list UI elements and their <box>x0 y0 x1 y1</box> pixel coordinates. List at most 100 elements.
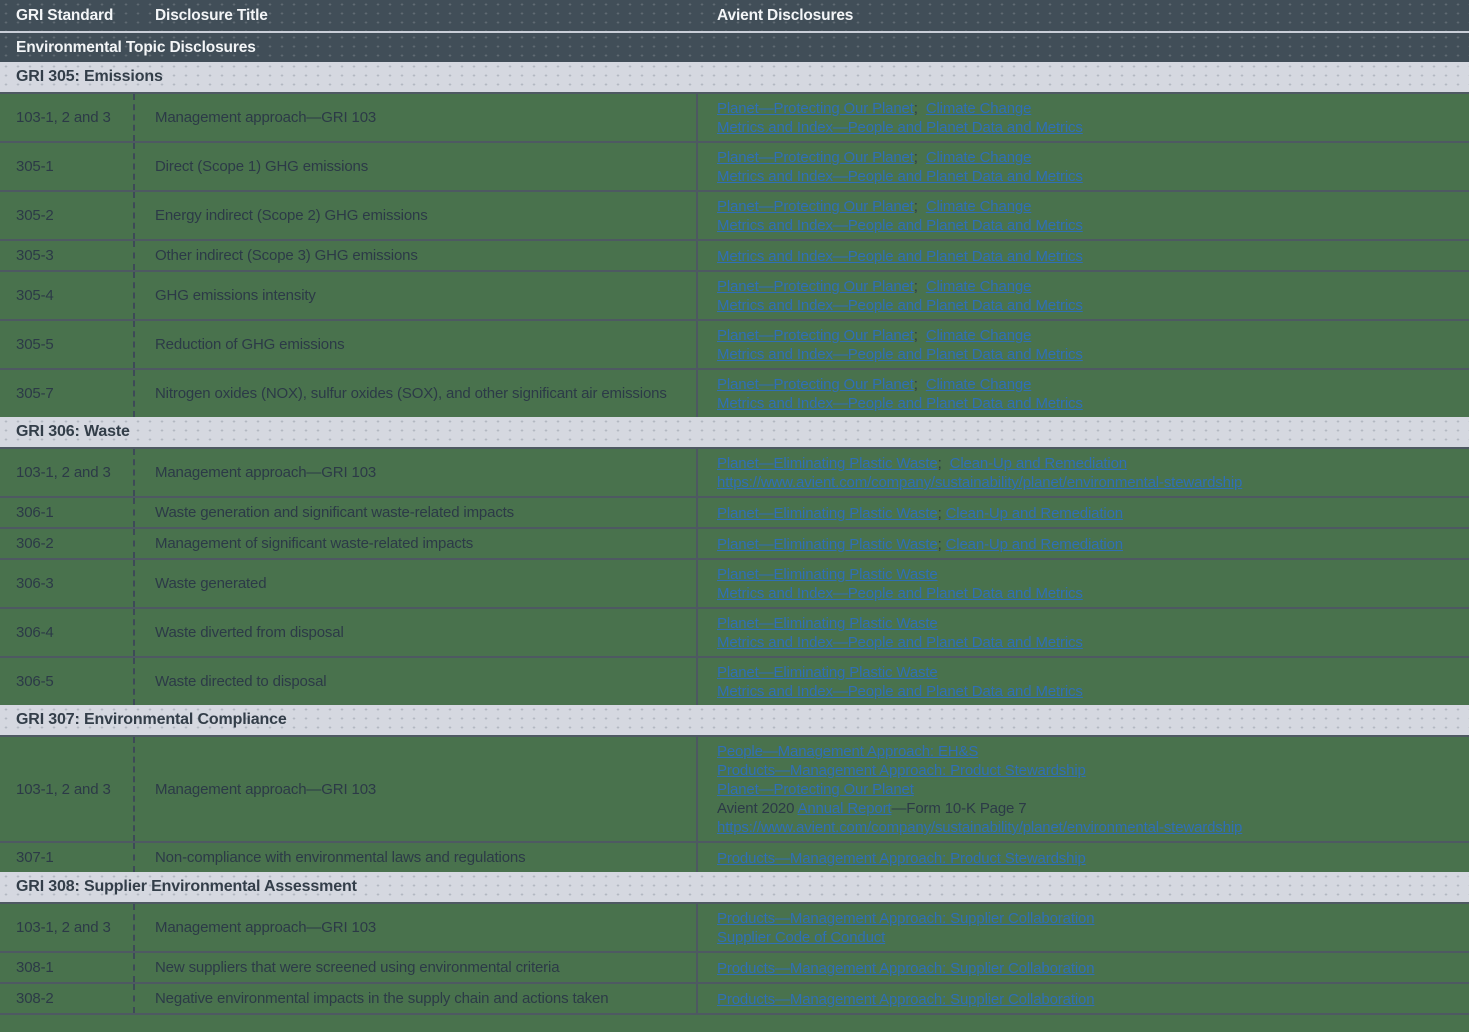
disclosure-link[interactable]: Planet—Protecting Our Planet <box>717 376 914 393</box>
gri-standard-value: 103-1, 2 and 3 <box>16 463 127 482</box>
disclosure-link[interactable]: Clean-Up and Remediation <box>946 536 1123 553</box>
disclosure-link[interactable]: Planet—Eliminating Plastic Waste <box>717 615 938 632</box>
table-row: 305-1Direct (Scope 1) GHG emissionsPlane… <box>0 141 1469 190</box>
table-row: 308-2 Negative environmental impacts in t… <box>0 982 1469 1015</box>
disclosure-line: Metrics and Index—People and Planet Data… <box>717 633 1457 652</box>
disclosure-line: Planet—Protecting Our Planet; Climate Ch… <box>717 326 1457 345</box>
disclosure-link[interactable]: Planet—Eliminating Plastic Waste <box>717 505 938 522</box>
avient-disclosures-cell: Planet—Eliminating Plastic Waste; Clean-… <box>698 529 1469 558</box>
disclosure-link[interactable]: Metrics and Index—People and Planet Data… <box>717 585 1083 602</box>
disclosure-link[interactable]: Metrics and Index—People and Planet Data… <box>717 217 1083 234</box>
disclosure-link[interactable]: Planet—Protecting Our Planet <box>717 327 914 344</box>
disclosure-link[interactable]: Climate Change <box>926 198 1031 215</box>
table-row: 308-1New suppliers that were screened us… <box>0 951 1469 982</box>
disclosure-title-cell: Management approach—GRI 103 <box>135 904 698 951</box>
disclosure-link[interactable]: Planet—Eliminating Plastic Waste <box>717 664 938 681</box>
disclosure-link[interactable]: Planet—Protecting Our Planet <box>717 198 914 215</box>
disclosure-link[interactable]: Planet—Eliminating Plastic Waste <box>717 536 938 553</box>
gri-standard-value: 305-2 <box>16 206 127 225</box>
disclosure-link[interactable]: Planet—Eliminating Plastic Waste <box>717 566 938 583</box>
gri-standard-cell: 103-1, 2 and 3 <box>0 449 135 496</box>
disclosure-title-value: Negative environmental impacts in the su… <box>155 989 684 1008</box>
gri-standard-cell: 305-2 <box>0 192 135 239</box>
disclosure-text: ; <box>914 327 926 344</box>
disclosure-link[interactable]: Products—Management Approach: Supplier C… <box>717 910 1094 927</box>
disclosure-link[interactable]: Products—Management Approach: Product St… <box>717 850 1086 867</box>
disclosure-link[interactable]: Metrics and Index—People and Planet Data… <box>717 168 1083 185</box>
disclosure-link[interactable]: Climate Change <box>926 278 1031 295</box>
gri-standard-cell: 103-1, 2 and 3 <box>0 737 135 841</box>
disclosure-link[interactable]: Climate Change <box>926 149 1031 166</box>
table-row: 306-3Waste generatedPlanet—Eliminating P… <box>0 558 1469 607</box>
disclosure-title-value: Waste diverted from disposal <box>155 623 684 642</box>
disclosure-line: Products—Management Approach: Product St… <box>717 849 1457 868</box>
disclosure-line: Planet—Protecting Our Planet; Climate Ch… <box>717 99 1457 118</box>
disclosure-link[interactable]: Climate Change <box>926 327 1031 344</box>
disclosure-line: Metrics and Index—People and Planet Data… <box>717 296 1457 315</box>
disclosure-link[interactable]: People—Management Approach: EH&S <box>717 743 978 760</box>
disclosure-link[interactable]: Metrics and Index—People and Planet Data… <box>717 395 1083 412</box>
disclosure-line: https://www.avient.com/company/sustainab… <box>717 473 1457 492</box>
avient-disclosures-cell: Products—Management Approach: Supplier C… <box>698 984 1469 1013</box>
disclosure-link[interactable]: Products—Management Approach: Product St… <box>717 762 1086 779</box>
gri-standard-cell: 305-4 <box>0 272 135 319</box>
gri-standard-cell: 307-1 <box>0 843 135 872</box>
disclosure-line: Planet—Protecting Our Planet; Climate Ch… <box>717 197 1457 216</box>
disclosure-link[interactable]: Metrics and Index—People and Planet Data… <box>717 683 1083 700</box>
gri-standard-value: 306-5 <box>16 672 127 691</box>
table-row: 103-1, 2 and 3Management approach—GRI 10… <box>0 902 1469 951</box>
disclosure-title-value: Waste generated <box>155 574 684 593</box>
disclosure-line: Planet—Eliminating Plastic Waste <box>717 614 1457 633</box>
gri-standard-cell: 308-2 <box>0 984 135 1013</box>
avient-disclosures-cell: Planet—Protecting Our Planet; Climate Ch… <box>698 192 1469 239</box>
disclosure-line: https://www.avient.com/company/sustainab… <box>717 818 1457 837</box>
table-sections: GRI 305: Emissions103-1, 2 and 3Manageme… <box>0 62 1469 1015</box>
disclosure-link[interactable]: Clean-Up and Remediation <box>946 505 1123 522</box>
environmental-topic-banner: Environmental Topic Disclosures <box>0 33 1469 62</box>
disclosure-line: Supplier Code of Conduct <box>717 928 1457 947</box>
disclosure-link[interactable]: Supplier Code of Conduct <box>717 929 885 946</box>
avient-disclosures-cell: Planet—Eliminating Plastic Waste; Clean-… <box>698 449 1469 496</box>
disclosure-link[interactable]: Clean-Up and Remediation <box>950 455 1127 472</box>
disclosure-link[interactable]: Climate Change <box>926 100 1031 117</box>
table-row: 103-1, 2 and 3Management approach—GRI 10… <box>0 735 1469 841</box>
disclosure-link[interactable]: Planet—Protecting Our Planet <box>717 149 914 166</box>
disclosure-link[interactable]: Planet—Protecting Our Planet <box>717 278 914 295</box>
disclosure-link[interactable]: https://www.avient.com/company/sustainab… <box>717 819 1242 836</box>
disclosure-link[interactable]: Climate Change <box>926 376 1031 393</box>
disclosure-link[interactable]: https://www.avient.com/company/sustainab… <box>717 474 1242 491</box>
disclosure-link[interactable]: Planet—Eliminating Plastic Waste <box>717 455 938 472</box>
disclosure-title-cell: Management approach—GRI 103 <box>135 449 698 496</box>
table-row: 307-1Non-compliance with environmental l… <box>0 841 1469 872</box>
disclosure-line: Metrics and Index—People and Planet Data… <box>717 345 1457 364</box>
disclosure-title-cell: GHG emissions intensity <box>135 272 698 319</box>
disclosure-line: Metrics and Index—People and Planet Data… <box>717 167 1457 186</box>
disclosure-link[interactable]: Metrics and Index—People and Planet Data… <box>717 346 1083 363</box>
gri-standard-value: 305-5 <box>16 335 127 354</box>
disclosure-link[interactable]: Planet—Protecting Our Planet <box>717 100 914 117</box>
avient-disclosures-cell: Planet—Eliminating Plastic Waste Metrics … <box>698 609 1469 656</box>
disclosure-line: Planet—Eliminating Plastic Waste; Clean-… <box>717 535 1457 554</box>
disclosure-text: ; <box>938 536 946 553</box>
disclosure-link[interactable]: Metrics and Index—People and Planet Data… <box>717 634 1083 651</box>
disclosure-link[interactable]: Products—Management Approach: Supplier C… <box>717 960 1094 977</box>
disclosure-title-value: Direct (Scope 1) GHG emissions <box>155 157 684 176</box>
disclosure-link[interactable]: Metrics and Index—People and Planet Data… <box>717 248 1083 265</box>
disclosure-line: Metrics and Index—People and Planet Data… <box>717 682 1457 701</box>
disclosure-link[interactable]: Metrics and Index—People and Planet Data… <box>717 297 1083 314</box>
disclosure-line: People—Management Approach: EH&S <box>717 742 1457 761</box>
gri-standard-value: 308-2 <box>16 989 127 1008</box>
section-header-label: GRI 305: Emissions <box>16 68 163 86</box>
section-header: GRI 305: Emissions <box>0 62 1469 92</box>
gri-standard-cell: 306-4 <box>0 609 135 656</box>
disclosure-line: Metrics and Index—People and Planet Data… <box>717 394 1457 413</box>
banner-label: Environmental Topic Disclosures <box>16 39 256 57</box>
disclosure-link[interactable]: Products—Management Approach: Supplier C… <box>717 991 1094 1008</box>
disclosure-link[interactable]: Annual Report <box>798 800 892 817</box>
disclosure-text: ; <box>914 100 926 117</box>
disclosure-title-value: Management of significant waste-related … <box>155 534 684 553</box>
disclosure-line: Metrics and Index—People and Planet Data… <box>717 584 1457 603</box>
disclosure-link[interactable]: Planet—Protecting Our Planet <box>717 781 914 798</box>
disclosure-link[interactable]: Metrics and Index—People and Planet Data… <box>717 119 1083 136</box>
gri-standard-value: 306-1 <box>16 503 127 522</box>
